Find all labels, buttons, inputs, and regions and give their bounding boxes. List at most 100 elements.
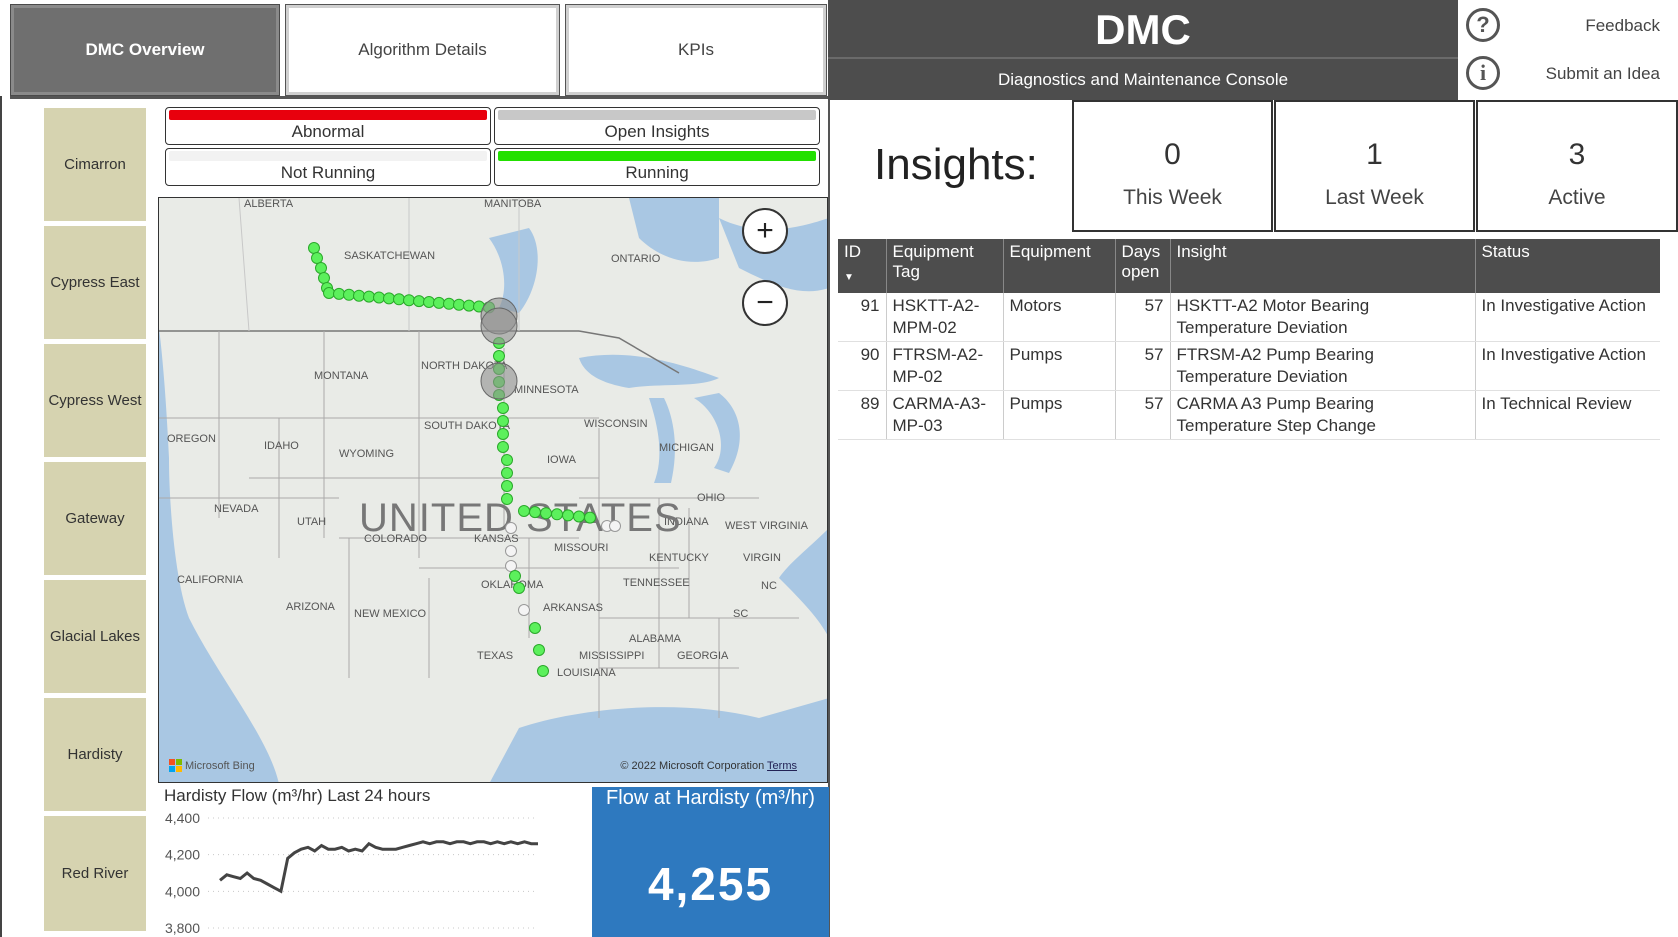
pipeline-station-marker[interactable] [518,604,530,616]
tab-algorithm-details[interactable]: Algorithm Details [285,4,560,96]
pipeline-station-marker[interactable] [443,297,455,310]
pipeline-station-marker[interactable] [501,454,513,466]
pipeline-station-marker[interactable] [497,441,509,453]
pipeline-station-marker[interactable] [501,467,513,479]
kpi-active-value: 3 [1568,138,1586,171]
row-days: 57 [1115,390,1171,440]
col-equipment-tag[interactable]: Equipment Tag [886,239,1004,293]
y-tick-label: 4,200 [165,847,200,863]
flow-card-title: Flow at Hardisty (m³/hr) [606,787,815,809]
pipeline-station-marker[interactable] [518,505,530,517]
pipeline-station-marker[interactable] [497,428,509,440]
pipeline-station-marker[interactable] [373,291,385,304]
status-running-label: Running [625,163,689,182]
pipeline-station-marker[interactable] [501,493,513,505]
pipeline-station-marker[interactable] [529,506,541,519]
sort-desc-icon: ▼ [844,272,854,283]
pipeline-station-marker[interactable] [413,295,425,308]
pipeline-station-marker[interactable] [529,622,541,634]
sidebar-item-cimarron[interactable]: Cimarron [44,108,146,221]
pipeline-station-marker[interactable] [505,545,517,557]
help-icon[interactable]: ? [1466,8,1500,42]
pipeline-station-marker[interactable] [505,522,517,534]
flow-series-line[interactable] [219,840,538,894]
info-icon[interactable]: i [1466,56,1500,90]
table-row[interactable]: 89 CARMA-A3-MP-03 Pumps 57 CARMA A3 Pump… [838,390,1660,440]
sidebar-item-cypress-east[interactable]: Cypress East [44,226,146,339]
pipeline-station-marker[interactable] [501,480,513,492]
col-equipment[interactable]: Equipment [1003,239,1116,293]
pipeline-station-marker[interactable] [323,287,335,299]
sidebar-item-hardisty[interactable]: Hardisty [44,698,146,811]
pipeline-station-marker[interactable] [540,507,552,520]
submit-idea-link[interactable]: Submit an Idea [1546,64,1660,84]
pipeline-station-marker[interactable] [318,272,330,284]
pipeline-station-marker[interactable] [433,296,445,309]
sidebar-item-glacial-lakes[interactable]: Glacial Lakes [44,580,146,693]
pipeline-station-marker[interactable] [308,242,320,254]
pipeline-station-marker[interactable] [497,402,509,414]
table-row[interactable]: 91 HSKTT-A2-MPM-02 Motors 57 HSKTT-A2 Mo… [838,293,1660,342]
pipeline-station-marker[interactable] [423,296,435,308]
zoom-in-button[interactable]: + [742,208,788,254]
tab-dmc-overview[interactable]: DMC Overview [10,4,280,96]
pipeline-station-marker[interactable] [463,299,475,312]
status-abnormal[interactable]: Abnormal [165,107,491,145]
pipeline-station-marker[interactable] [453,298,465,311]
insights-header-row: ID ▼ Equipment Tag Equipment Days open I… [838,239,1660,293]
pipeline-station-marker[interactable] [383,292,395,305]
pipeline-station-marker[interactable] [513,582,525,594]
col-days-open[interactable]: Days open [1115,239,1171,293]
pipeline-station-marker[interactable] [505,560,517,572]
status-not-running[interactable]: Not Running [165,148,491,186]
pipeline-station-marker[interactable] [573,510,585,523]
pipeline-station-marker[interactable] [497,415,509,427]
kpi-this-week-label: This Week [1123,186,1222,209]
pipeline-station-marker[interactable] [315,262,327,274]
pipeline-station-marker[interactable] [533,644,545,656]
status-open-insights[interactable]: Open Insights [494,107,820,145]
abnormal-cluster-marker[interactable] [480,307,518,345]
row-status: In Technical Review [1475,390,1660,440]
kpi-this-week-value: 0 [1164,138,1181,171]
pipeline-station-marker[interactable] [509,570,521,582]
pipeline-station-marker[interactable] [562,509,574,522]
pipeline-station-marker[interactable] [609,520,621,532]
col-status[interactable]: Status [1475,239,1660,293]
flow-line-chart[interactable]: 4,400 4,200 4,000 3,800 [158,808,588,937]
col-id[interactable]: ID ▼ [838,239,887,293]
table-row[interactable]: 90 FTRSM-A2-MP-02 Pumps 57 FTRSM-A2 Pump… [838,341,1660,391]
zoom-out-button[interactable]: − [742,280,788,326]
kpi-this-week: 0 This Week [1072,100,1273,232]
pipeline-station-marker[interactable] [403,294,415,307]
status-not-running-bar [169,151,487,161]
row-days: 57 [1115,341,1171,391]
pipeline-station-marker[interactable] [537,665,549,677]
kpi-active-label: Active [1548,186,1606,209]
abnormal-cluster-marker[interactable] [480,362,518,400]
y-tick-label: 3,800 [165,920,200,936]
pipeline-station-marker[interactable] [393,293,405,306]
pipeline-station-marker[interactable] [493,350,505,362]
sidebar-item-cypress-west[interactable]: Cypress West [44,344,146,457]
pipeline-station-marker[interactable] [353,289,365,302]
tab-kpis[interactable]: KPIs [565,4,827,96]
status-running[interactable]: Running [494,148,820,186]
row-insight: HSKTT-A2 Motor Bearing Temperature Devia… [1170,293,1476,342]
pipeline-station-marker[interactable] [584,511,596,524]
sidebar-item-gateway[interactable]: Gateway [44,462,146,575]
terms-link[interactable]: Terms [767,760,797,772]
pipeline-map[interactable]: ALBERTA MANITOBA SASKATCHEWAN ONTARIO MONTAN… [158,197,828,783]
pipeline-station-marker[interactable] [311,252,323,264]
sidebar-item-red-river[interactable]: Red River [44,816,146,931]
y-tick-label: 4,000 [165,883,200,899]
pipeline-station-marker[interactable] [343,288,355,301]
map-copyright: © 2022 Microsoft Corporation Terms [620,760,797,772]
feedback-link[interactable]: Feedback [1585,16,1660,36]
col-insight[interactable]: Insight [1170,239,1476,293]
pipeline-station-marker[interactable] [363,290,375,303]
pipeline-station-marker[interactable] [551,508,563,521]
pipeline-station-marker[interactable] [333,287,345,300]
left-border [0,96,2,937]
microsoft-logo-icon [169,759,182,772]
